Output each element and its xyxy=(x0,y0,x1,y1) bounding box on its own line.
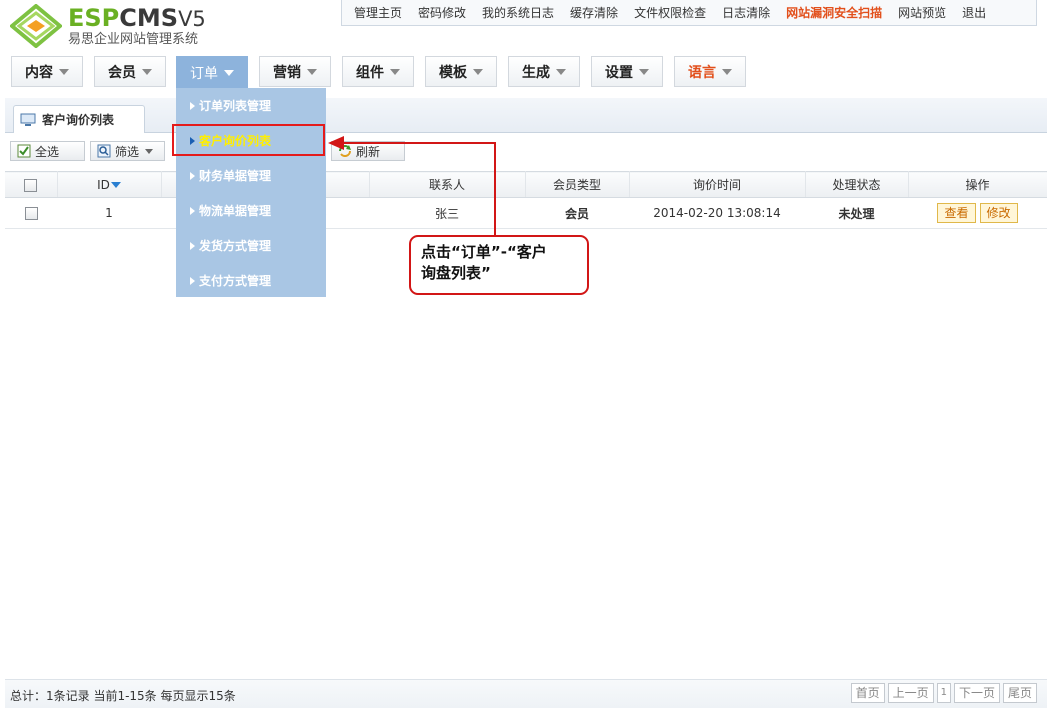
logo-text: ESPCMSV5 易思企业网站管理系统 xyxy=(68,6,206,48)
menu-component[interactable]: 组件 xyxy=(342,56,414,87)
dropdown-order-list[interactable]: 订单列表管理 xyxy=(176,88,326,123)
tab-bar: 客户询价列表 xyxy=(5,98,1047,133)
chevron-down-icon xyxy=(639,68,649,75)
table-header-row: ID 联系人 会员类型 询价时间 处理状态 操作 xyxy=(5,171,1047,198)
header-member-type: 会员类型 xyxy=(525,171,630,198)
dropdown-finance[interactable]: 财务单据管理 xyxy=(176,158,326,193)
refresh-icon xyxy=(339,145,351,157)
toolbar: 全选 筛选 刷新 xyxy=(5,138,1047,166)
highlight-box xyxy=(172,124,325,156)
search-icon xyxy=(97,144,111,158)
chevron-down-icon xyxy=(59,68,69,75)
footer: 总计：1条记录 当前1-15条 每页显示15条 首页 上一页 1 下一页 尾页 xyxy=(5,679,1047,708)
menu-marketing[interactable]: 营销 xyxy=(259,56,331,87)
triangle-right-icon xyxy=(190,276,195,285)
header-checkbox-cell xyxy=(5,171,58,198)
page-last[interactable]: 尾页 xyxy=(1002,683,1037,703)
topnav-home[interactable]: 管理主页 xyxy=(346,4,410,21)
logo-emblem-icon xyxy=(10,4,62,48)
menu-content[interactable]: 内容 xyxy=(11,56,83,87)
triangle-right-icon xyxy=(190,206,195,215)
chevron-down-icon xyxy=(145,148,154,154)
page-first[interactable]: 首页 xyxy=(850,683,885,703)
order-dropdown: 订单列表管理 客户询价列表 财务单据管理 物流单据管理 发货方式管理 支付方式管… xyxy=(176,88,326,297)
triangle-right-icon xyxy=(190,171,195,180)
row-status: 未处理 xyxy=(805,197,908,229)
chevron-down-icon xyxy=(556,68,566,75)
chevron-down-icon xyxy=(390,68,400,75)
menu-generate[interactable]: 生成 xyxy=(508,56,580,87)
topnav-clear-log[interactable]: 日志清除 xyxy=(714,4,778,21)
chevron-down-icon xyxy=(473,68,483,75)
dropdown-payment[interactable]: 支付方式管理 xyxy=(176,263,326,298)
dropdown-shipping[interactable]: 发货方式管理 xyxy=(176,228,326,263)
select-all-button[interactable]: 全选 xyxy=(10,141,85,161)
chevron-down-icon xyxy=(307,68,317,75)
row-id: 1 xyxy=(57,197,161,229)
table-row: 1 3 张三 会员 2014-02-20 13:08:14 未处理 查看修改 xyxy=(5,197,1047,229)
topnav-my-log[interactable]: 我的系统日志 xyxy=(474,4,562,21)
topnav-clear-cache[interactable]: 缓存清除 xyxy=(562,4,626,21)
chevron-down-icon xyxy=(224,69,234,76)
page-prev[interactable]: 上一页 xyxy=(887,683,934,703)
triangle-right-icon xyxy=(190,101,195,110)
dropdown-logistics[interactable]: 物流单据管理 xyxy=(176,193,326,228)
row-checkbox[interactable] xyxy=(24,207,38,220)
header: ESPCMSV5 易思企业网站管理系统 管理主页 密码修改 我的系统日志 缓存清… xyxy=(0,0,1047,52)
row-member-type: 会员 xyxy=(525,197,629,229)
menu-order[interactable]: 订单 xyxy=(176,56,248,89)
record-summary: 总计：1条记录 当前1-15条 每页显示15条 xyxy=(10,689,236,703)
header-contact: 联系人 xyxy=(369,171,526,198)
topnav-logout[interactable]: 退出 xyxy=(954,4,994,21)
refresh-button[interactable]: 刷新 xyxy=(331,141,405,161)
row-contact: 张三 xyxy=(369,197,525,229)
logo-brand: ESPCMSV5 xyxy=(68,4,206,32)
inquiry-table: ID 联系人 会员类型 询价时间 处理状态 操作 1 3 张三 会员 2014-… xyxy=(5,171,1047,229)
topnav-file-permission[interactable]: 文件权限检查 xyxy=(626,4,714,21)
sort-desc-icon xyxy=(110,182,121,188)
select-all-icon xyxy=(17,144,31,158)
menu-member[interactable]: 会员 xyxy=(94,56,166,87)
select-all-checkbox[interactable] xyxy=(24,178,38,192)
edit-button[interactable]: 修改 xyxy=(979,203,1018,223)
header-status: 处理状态 xyxy=(805,171,909,198)
menu-template[interactable]: 模板 xyxy=(425,56,497,87)
menu-settings[interactable]: 设置 xyxy=(591,56,663,87)
row-ops: 查看 修改 xyxy=(908,197,1047,229)
tab-inquiry-list[interactable]: 客户询价列表 xyxy=(13,105,145,133)
topnav-site-preview[interactable]: 网站预览 xyxy=(890,4,954,21)
topnav-password[interactable]: 密码修改 xyxy=(410,4,474,21)
pager: 首页 上一页 1 下一页 尾页 xyxy=(850,683,1037,703)
chevron-down-icon xyxy=(142,68,152,75)
logo[interactable]: ESPCMSV5 易思企业网站管理系统 xyxy=(10,4,230,50)
top-nav: 管理主页 密码修改 我的系统日志 缓存清除 文件权限检查 日志清除 网站漏洞安全… xyxy=(341,0,1037,26)
annotation-callout: 点击“订单”-“客户 询盘列表” xyxy=(409,235,589,295)
logo-subtitle: 易思企业网站管理系统 xyxy=(68,32,199,47)
header-inquiry-time: 询价时间 xyxy=(629,171,806,198)
triangle-right-icon xyxy=(190,241,195,250)
header-id[interactable]: ID xyxy=(57,171,162,198)
header-ops: 操作 xyxy=(908,171,1047,198)
chevron-down-icon xyxy=(722,68,732,75)
monitor-icon xyxy=(20,113,36,126)
main-menu: 内容 会员 订单 营销 组件 模板 生成 设置 语言 xyxy=(0,56,1047,89)
menu-language[interactable]: 语言 xyxy=(674,56,746,87)
filter-button[interactable]: 筛选 xyxy=(90,141,165,161)
view-button[interactable]: 查看 xyxy=(937,203,976,223)
page-next[interactable]: 下一页 xyxy=(953,683,1000,703)
row-checkbox-cell xyxy=(5,197,57,229)
row-inquiry-time: 2014-02-20 13:08:14 xyxy=(629,197,805,229)
page-current[interactable]: 1 xyxy=(936,683,951,703)
topnav-security-scan[interactable]: 网站漏洞安全扫描 xyxy=(778,4,890,21)
